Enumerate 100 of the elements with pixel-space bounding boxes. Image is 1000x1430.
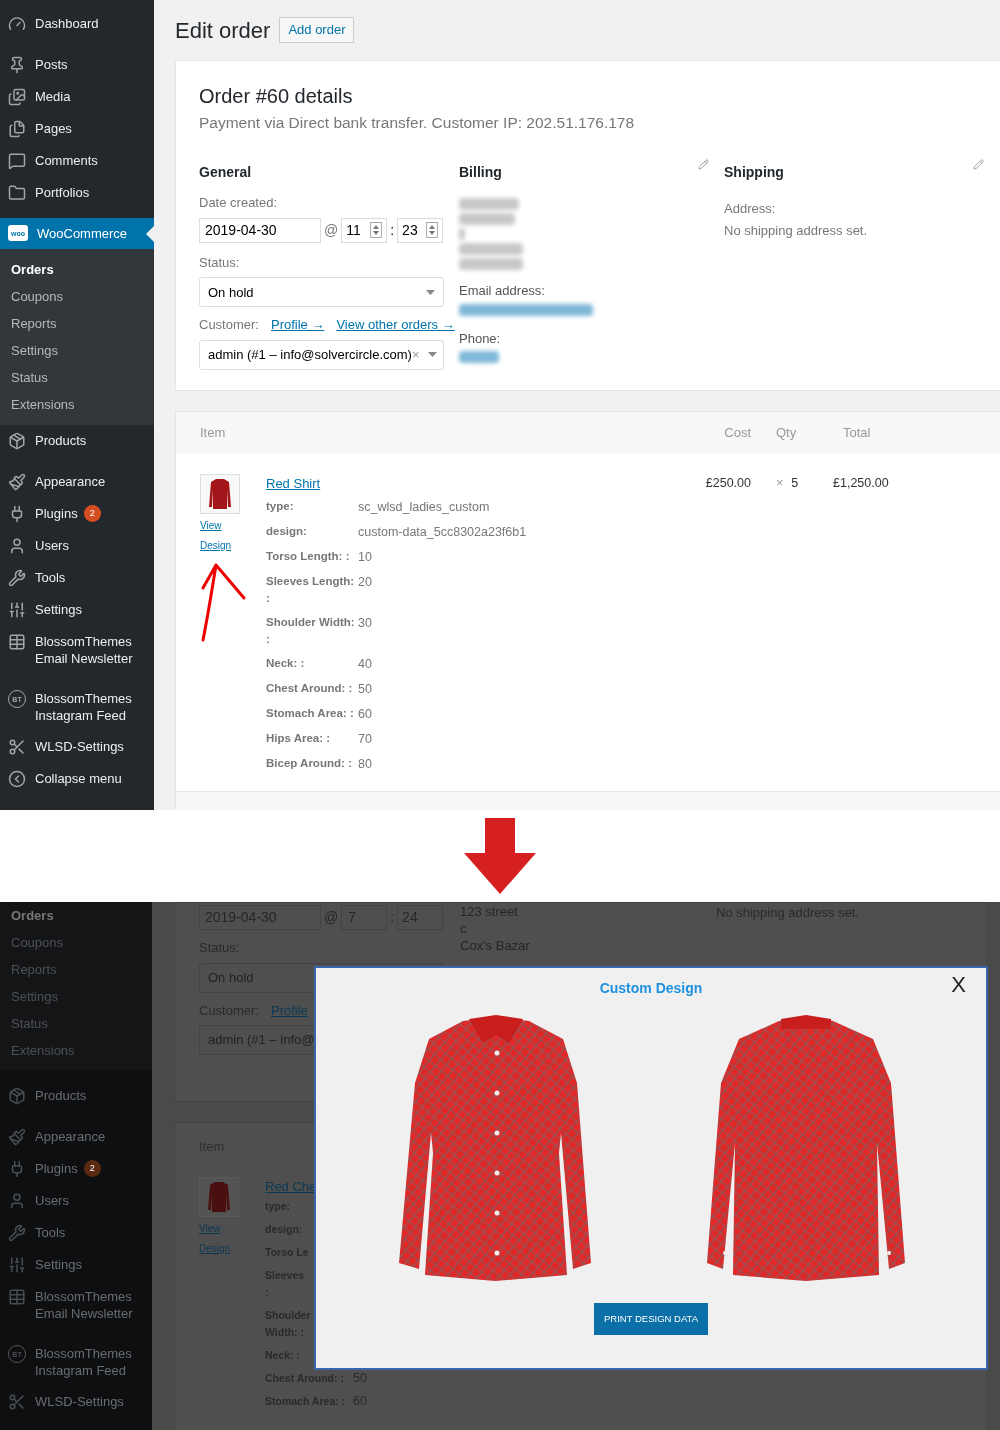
field-label: Email address: bbox=[459, 282, 546, 301]
date-field[interactable]: 2019-04-30 bbox=[199, 217, 321, 243]
sidebar-item[interactable]: WLSD-Settings bbox=[0, 1386, 152, 1418]
edit-pencil-icon[interactable] bbox=[973, 159, 984, 171]
wrench-icon bbox=[8, 569, 26, 587]
meta-label: Neck: : bbox=[266, 655, 306, 671]
modal-title: Custom Design bbox=[599, 979, 703, 998]
column-header: Total bbox=[842, 424, 872, 442]
at-sign: @ bbox=[324, 220, 339, 240]
sidebar-item[interactable]: Plugins 2 bbox=[0, 1153, 152, 1185]
sidebar-item[interactable]: Users bbox=[0, 1185, 152, 1217]
sidebar-item[interactable]: Media bbox=[0, 81, 154, 113]
sidebar-item[interactable]: Posts bbox=[0, 49, 154, 81]
item-qty: 5 bbox=[791, 474, 799, 492]
customer-select[interactable]: admin (#1 – info@solvercircle.com)× bbox=[199, 339, 444, 370]
box-icon bbox=[8, 432, 26, 450]
meta-label: Sleeves Length: : bbox=[266, 573, 356, 606]
meta-label: Stomach Area: : bbox=[266, 705, 355, 721]
field-label: Date created: bbox=[199, 194, 279, 213]
hour-field[interactable]: 11 bbox=[341, 217, 388, 243]
close-button[interactable]: X bbox=[951, 972, 966, 998]
submenu-item[interactable]: Settings bbox=[0, 337, 154, 364]
submenu-item[interactable]: Orders bbox=[0, 256, 154, 283]
field-label: Phone: bbox=[459, 329, 502, 348]
sidebar-item[interactable]: WLSD-Settings bbox=[0, 731, 154, 763]
time-colon: : bbox=[390, 908, 395, 927]
shipping-address: No shipping address set. bbox=[724, 221, 869, 240]
page-title: Edit order bbox=[175, 16, 271, 45]
spinner-arrows-icon bbox=[426, 222, 439, 239]
sidebar-item[interactable]: BlossomThemes Email Newsletter bbox=[0, 1281, 152, 1329]
paintbrush-icon bbox=[8, 473, 26, 491]
column-header: Qty bbox=[775, 424, 798, 442]
sidebar-item[interactable]: Portfolios bbox=[0, 177, 154, 209]
sidebar-item[interactable]: Products bbox=[0, 1080, 152, 1112]
table-icon bbox=[8, 1288, 26, 1306]
update-count-badge: 2 bbox=[83, 1160, 101, 1177]
field-label: Address: bbox=[724, 200, 777, 219]
section-heading: Shipping bbox=[724, 163, 784, 183]
meta-value: 80 bbox=[358, 755, 372, 773]
sidebar-item[interactable]: Users bbox=[0, 530, 154, 562]
sidebar-item[interactable]: Appearance bbox=[0, 466, 154, 498]
meta-value: custom-data_5cc8302a23f6b1 bbox=[358, 523, 527, 541]
product-link[interactable]: Red Shirt bbox=[266, 475, 321, 491]
column-header: Item bbox=[200, 424, 227, 442]
meta-value: 30 bbox=[358, 614, 372, 632]
meta-label: Shoulder Width: : bbox=[266, 614, 356, 647]
folder-icon bbox=[8, 184, 26, 202]
sidebar-item[interactable]: Settings bbox=[0, 1249, 152, 1281]
sliders-icon bbox=[8, 1256, 26, 1274]
comment-icon bbox=[8, 152, 26, 170]
submenu-item[interactable]: Orders bbox=[0, 902, 152, 929]
print-design-button[interactable]: PRINT DESIGN DATA bbox=[594, 1303, 708, 1335]
redacted-text bbox=[459, 243, 523, 256]
sidebar-item[interactable]: Tools bbox=[0, 562, 154, 594]
sidebar-item[interactable]: Pages bbox=[0, 113, 154, 145]
scissors-icon bbox=[8, 1393, 26, 1411]
column-header: Cost bbox=[723, 424, 751, 442]
down-arrow-icon bbox=[463, 817, 537, 895]
section-heading: General bbox=[199, 163, 253, 183]
submenu-item[interactable]: Coupons bbox=[0, 283, 154, 310]
sidebar-item[interactable]: Settings bbox=[0, 594, 154, 626]
meta-value: 40 bbox=[358, 655, 372, 673]
status-select[interactable]: On hold bbox=[199, 277, 444, 308]
table-icon bbox=[8, 633, 26, 651]
sidebar-item[interactable]: BlossomThemes Email Newsletter bbox=[0, 626, 154, 674]
meta-label: Hips Area: : bbox=[266, 730, 332, 746]
sidebar-item[interactable]: Products bbox=[0, 425, 154, 457]
sidebar-item[interactable]: Plugins 2 bbox=[0, 498, 154, 530]
user-icon bbox=[8, 1192, 26, 1210]
meta-value: 10 bbox=[358, 548, 372, 566]
add-order-button[interactable]: Add order bbox=[279, 17, 355, 43]
sidebar-item[interactable]: Appearance bbox=[0, 1121, 152, 1153]
submenu-item[interactable]: Status bbox=[0, 364, 154, 391]
product-thumbnail bbox=[199, 1176, 239, 1217]
minute-field[interactable]: 23 bbox=[397, 217, 444, 243]
pin-icon bbox=[8, 56, 26, 74]
time-colon: : bbox=[390, 220, 395, 240]
customer-link[interactable]: View other orders → bbox=[336, 315, 455, 335]
meta-value: sc_wlsd_ladies_custom bbox=[358, 498, 490, 516]
edit-pencil-icon[interactable] bbox=[698, 159, 709, 171]
submenu-item[interactable]: Reports bbox=[0, 310, 154, 337]
field-label: Status: bbox=[199, 253, 241, 272]
redacted-text bbox=[459, 351, 499, 364]
spinner-arrows-icon bbox=[370, 222, 383, 239]
sidebar-item[interactable]: Collapse menu bbox=[0, 763, 154, 795]
meta-value: 70 bbox=[358, 730, 372, 748]
order-meta: Payment via Direct bank transfer. Customer IP: 202.51.176.178 bbox=[199, 113, 636, 133]
sidebar-item[interactable]: Dashboard bbox=[0, 8, 154, 40]
customer-link[interactable]: Profile → bbox=[270, 315, 325, 335]
order-title: Order #60 details bbox=[199, 84, 354, 109]
view-design-link[interactable]: View Design bbox=[200, 515, 240, 556]
sidebar-item[interactable]: Tools bbox=[0, 1217, 152, 1249]
sidebar-item[interactable]: Comments bbox=[0, 145, 154, 177]
item-total: £1,250.00 bbox=[832, 474, 890, 492]
meta-value: 50 bbox=[358, 680, 372, 698]
update-count-badge: 2 bbox=[83, 505, 101, 522]
field-label: Customer: bbox=[199, 316, 259, 335]
product-thumbnail bbox=[200, 473, 240, 514]
dashboard-icon bbox=[8, 15, 26, 33]
submenu-item[interactable]: Extensions bbox=[0, 391, 154, 418]
